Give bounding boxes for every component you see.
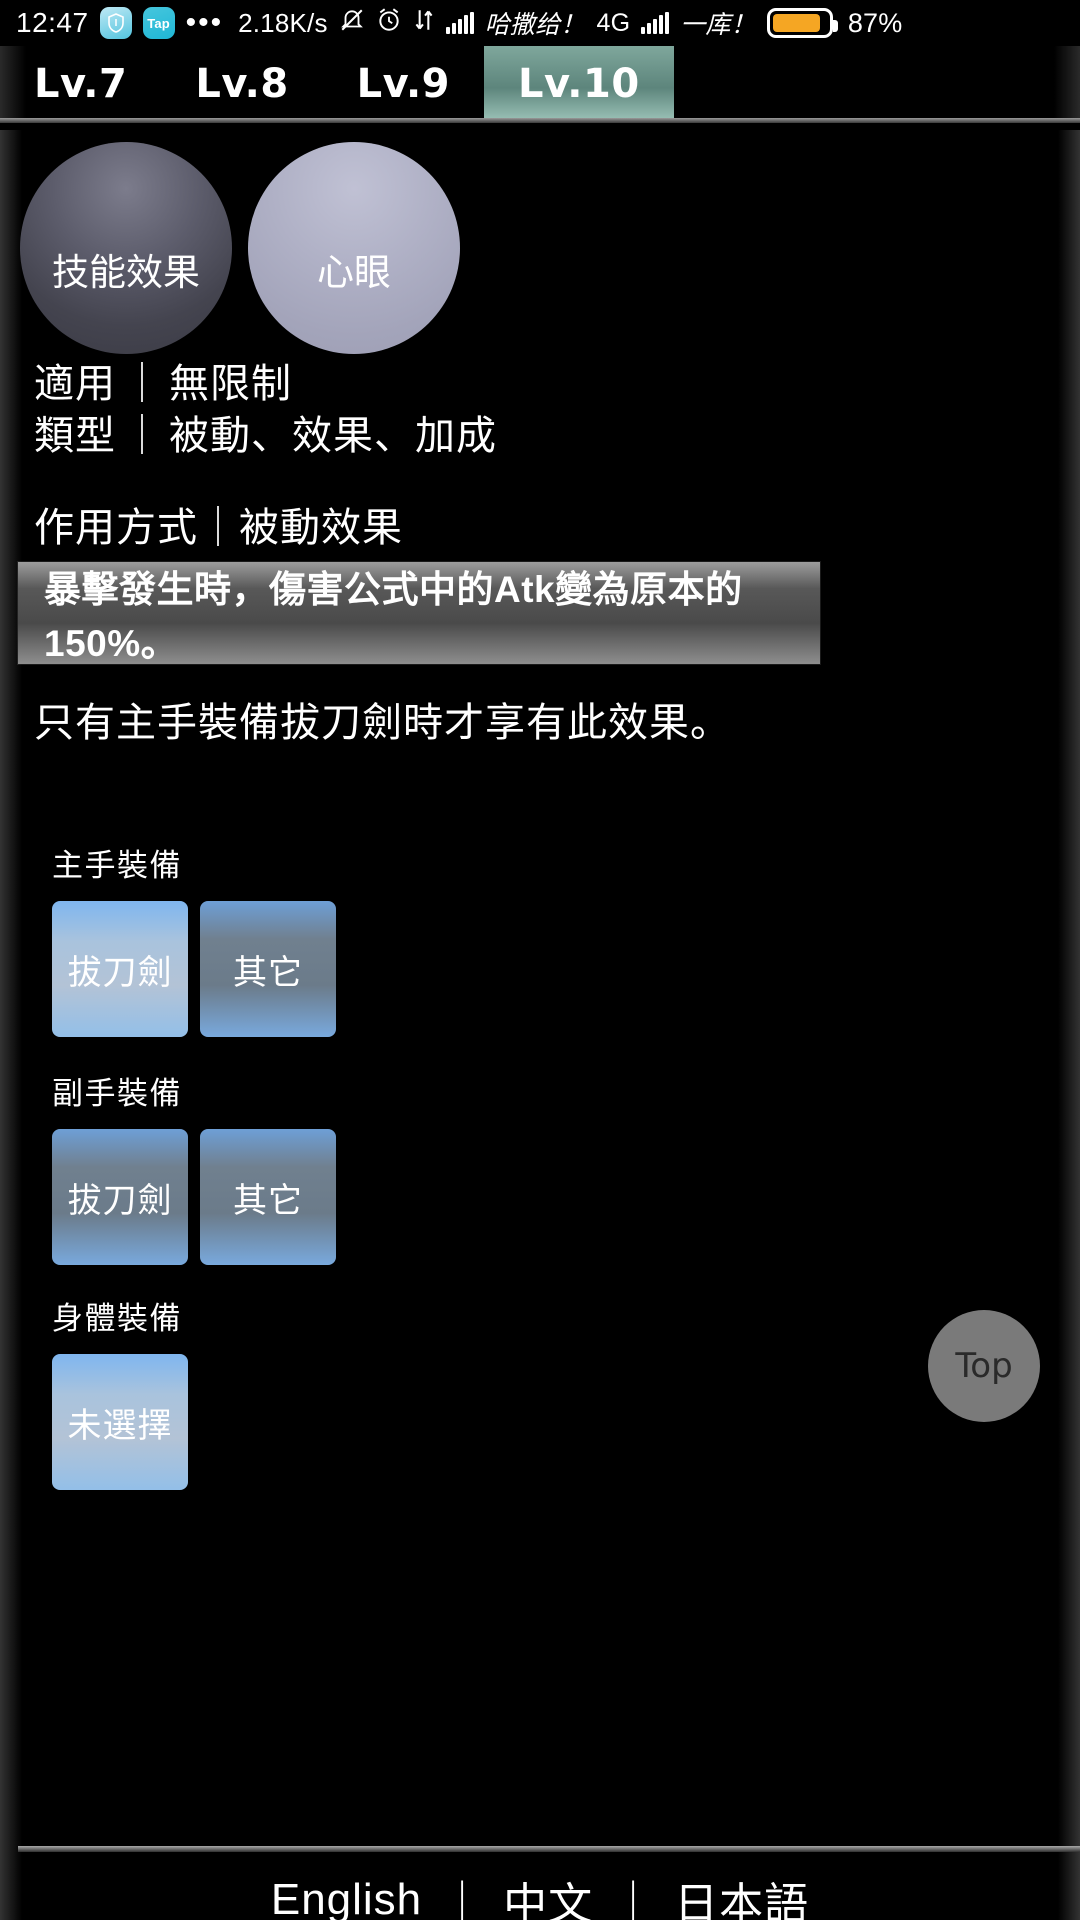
body-option-none[interactable]: 未選擇 — [52, 1354, 188, 1490]
equipment-group-main-hand: 主手裝備 拔刀劍 其它 — [52, 840, 336, 1037]
skill-effect-circle[interactable]: 技能效果 — [20, 142, 232, 354]
meta-sep-1: ｜ — [122, 362, 163, 406]
language-sep-1: ｜ — [440, 1880, 486, 1920]
meta-label-mode: 作用方式 — [34, 506, 198, 550]
off-hand-option-other[interactable]: 其它 — [200, 1129, 336, 1265]
equipment-group-off-hand: 副手裝備 拔刀劍 其它 — [52, 1068, 336, 1265]
meta-sep-3: ｜ — [198, 506, 239, 550]
battery-icon — [766, 8, 838, 38]
alarm-clock-icon — [376, 7, 402, 40]
skill-name-circle[interactable]: 心眼 — [248, 142, 460, 354]
status-time: 12:47 — [16, 7, 89, 38]
network-speed: 2.18K/s — [238, 7, 328, 38]
skill-meta: 適用｜無限制 類型｜被動、效果、加成 — [34, 358, 497, 462]
carrier-name-1: 哈撒给！ — [484, 10, 586, 39]
off-hand-option-katana[interactable]: 拔刀劍 — [52, 1129, 188, 1265]
tabbar-divider — [0, 118, 1080, 123]
equipment-group-body: 身體裝備 未選擇 — [52, 1293, 188, 1490]
skill-circle-group: 技能效果 心眼 — [20, 142, 460, 354]
signal-bars-icon-2 — [641, 12, 670, 34]
signal-bars-icon-1 — [445, 12, 474, 34]
meta-label-applicability: 適用 — [34, 362, 116, 406]
tab-lv7[interactable]: Lv.7 — [0, 46, 161, 122]
battery-percent: 87% — [847, 7, 903, 38]
meta-value-type: 被動、效果、加成 — [169, 414, 497, 458]
meta-row-type: 類型｜被動、效果、加成 — [34, 410, 497, 462]
main-hand-option-other[interactable]: 其它 — [200, 901, 336, 1037]
meta-value-applicability: 無限制 — [169, 362, 292, 406]
carrier-name-2: 一库！ — [680, 10, 756, 39]
equipment-options-main-hand: 拔刀劍 其它 — [52, 901, 336, 1037]
tab-lv10[interactable]: Lv.10 — [483, 46, 674, 122]
language-switcher[interactable]: English ｜ 中文 ｜ 日本語 — [0, 1868, 1080, 1920]
language-option-english[interactable]: English — [271, 1875, 422, 1920]
language-option-japanese[interactable]: 日本語 — [674, 1868, 809, 1920]
meta-label-type: 類型 — [34, 414, 116, 458]
equipment-options-body: 未選擇 — [52, 1354, 188, 1490]
status-overflow-icon: ••• — [185, 6, 224, 39]
tab-lv8[interactable]: Lv.8 — [161, 46, 322, 122]
network-type: 4G — [596, 8, 631, 37]
data-transfer-icon — [413, 7, 435, 40]
skill-detail-panel: 技能效果 心眼 適用｜無限制 類型｜被動、效果、加成 作用方式｜被動效果 暴擊發… — [0, 130, 1080, 1920]
language-option-chinese[interactable]: 中文 — [503, 1868, 593, 1920]
level-tab-bar[interactable]: Lv.7 Lv.8 Lv.9 Lv.10 — [0, 46, 1080, 122]
footer-divider — [18, 1846, 1080, 1852]
main-hand-option-katana[interactable]: 拔刀劍 — [52, 901, 188, 1037]
panel-left-shade — [0, 130, 22, 1920]
scroll-to-top-button[interactable]: Top — [928, 1310, 1040, 1422]
language-sep-2: ｜ — [611, 1880, 657, 1920]
equipment-label-main-hand: 主手裝備 — [52, 848, 182, 883]
skill-condition-note: 只有主手裝備拔刀劍時才享有此效果。 — [34, 701, 731, 745]
panel-right-shade — [1058, 130, 1080, 1920]
meta-sep-2: ｜ — [122, 414, 163, 458]
meta-row-applicability: 適用｜無限制 — [34, 358, 497, 410]
bell-muted-icon — [339, 7, 365, 40]
meta-row-mode: 作用方式｜被動效果 — [34, 495, 403, 553]
skill-effect-text: 暴擊發生時，傷害公式中的Atk變為原本的150%。 — [44, 569, 743, 664]
meta-value-mode: 被動效果 — [239, 506, 403, 550]
equipment-options-off-hand: 拔刀劍 其它 — [52, 1129, 336, 1265]
tab-lv9[interactable]: Lv.9 — [323, 46, 484, 122]
equipment-label-body: 身體裝備 — [52, 1301, 182, 1336]
skill-effect-highlight: 暴擊發生時，傷害公式中的Atk變為原本的150%。 — [18, 562, 820, 664]
status-bar: 12:47 Tap ••• 2.18K/s 哈撒给！ 4G 一库！ 87% — [0, 0, 1080, 46]
tap-app-icon: Tap — [142, 7, 175, 39]
equipment-label-off-hand: 副手裝備 — [52, 1076, 182, 1111]
shield-app-icon — [99, 7, 132, 39]
